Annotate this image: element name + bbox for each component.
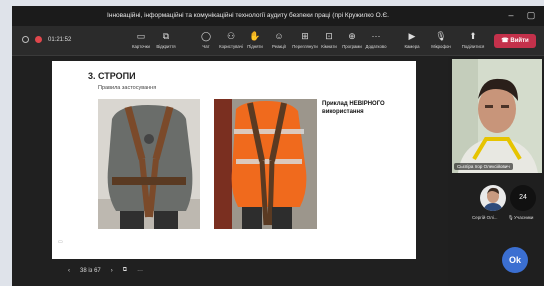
share-icon: ⬆ xyxy=(469,31,477,41)
more-options-icon[interactable]: ··· xyxy=(137,268,143,274)
harness-misuse-photo xyxy=(214,99,317,229)
meeting-timer: 01:21:52 xyxy=(48,36,72,43)
slide-corner-mark: ▭ xyxy=(58,239,63,245)
participant-count: 24 xyxy=(519,194,527,201)
slide-heading: 3. СТРОПИ xyxy=(88,71,136,81)
meeting-status: 01:21:52 xyxy=(22,36,71,43)
mic-icon: 🎙 xyxy=(435,31,447,41)
slide-overview-icon[interactable]: ⧉ xyxy=(123,267,127,274)
meeting-toolbar: 01:21:52 ▭ Карточки ⧉ Відкриття ◯ Чат ⚇ … xyxy=(12,26,544,56)
page-indicator: 38 із 67 xyxy=(80,267,101,274)
participant-avatar[interactable] xyxy=(480,185,506,211)
participants-panel: Сьєпіра Ігор Олексійович Сергій Олі... 🎙… xyxy=(448,57,544,286)
active-speaker-video: Сьєпіра Ігор Олексійович xyxy=(452,59,542,173)
harness-back-photo xyxy=(98,99,200,229)
open-icon: ⧉ xyxy=(162,31,170,41)
slide-navigation: ‹ 38 із 67 › ⧉ ··· xyxy=(68,267,143,274)
slide-subheading: Правила застосування xyxy=(98,85,157,91)
slide-note: Приклад НЕВІРНОГО використання xyxy=(322,101,385,115)
participant-count-label: Учасники xyxy=(514,215,534,220)
minimize-icon[interactable]: – xyxy=(504,9,518,22)
next-slide-icon[interactable]: › xyxy=(111,268,113,274)
participant-count-badge[interactable]: 24 xyxy=(510,185,536,211)
meeting-window: Інноваційні, інформаційні та комунікацій… xyxy=(12,6,544,286)
maximize-icon[interactable]: ▢ xyxy=(524,9,538,22)
participant-mic-icon: 🎙 xyxy=(508,215,514,220)
title-bar: Інноваційні, інформаційні та комунікацій… xyxy=(12,6,544,26)
toolbar-more-button[interactable]: ··· Додатково xyxy=(359,30,393,49)
window-title: Інноваційні, інформаційні та комунікацій… xyxy=(107,12,389,19)
participant-name-label: Сергій Олі... xyxy=(472,215,498,220)
shared-content-stage: 3. СТРОПИ Правила застосування Приклад Н… xyxy=(12,57,448,286)
toolbar-mic-button[interactable]: 🎙 Мікрофон xyxy=(424,30,458,49)
previous-slide-icon[interactable]: ‹ xyxy=(68,268,70,274)
shield-icon xyxy=(22,36,29,43)
presentation-slide: 3. СТРОПИ Правила застосування Приклад Н… xyxy=(52,61,416,259)
ok-reaction-badge: Ok xyxy=(502,247,528,273)
more-icon: ··· xyxy=(371,31,381,41)
speaker-video-frame xyxy=(452,59,542,173)
leave-meeting-button[interactable]: ☎ Вийти xyxy=(494,34,536,48)
speaker-name-label: Сьєпіра Ігор Олексійович xyxy=(454,163,513,170)
record-icon xyxy=(35,36,42,43)
toolbar-share-button[interactable]: ⬆ Поділитися xyxy=(456,30,490,49)
toolbar-open-button[interactable]: ⧉ Відкриття xyxy=(149,30,183,49)
